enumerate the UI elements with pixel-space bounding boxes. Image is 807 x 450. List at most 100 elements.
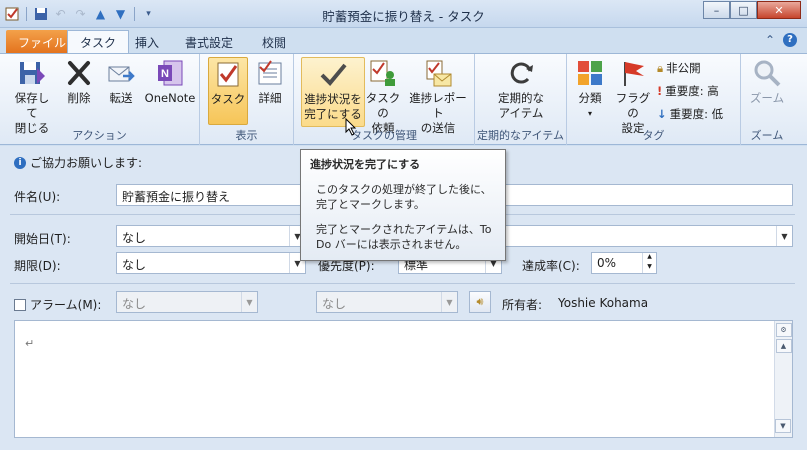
scroll-up-icon[interactable]: ▲: [775, 339, 792, 353]
categorize-button[interactable]: 分類 ▾: [573, 57, 607, 121]
low-importance-button[interactable]: ↓ 重要度: 低: [657, 106, 723, 122]
onenote-button[interactable]: N OneNote: [142, 57, 198, 106]
info-text: ご協力お願いします:: [30, 156, 143, 170]
categorize-icon: [574, 57, 606, 89]
spin-down-icon[interactable]: ▼: [642, 263, 656, 273]
speaker-icon: 🔊︎: [476, 295, 484, 308]
undo-icon[interactable]: ↶: [52, 5, 69, 22]
start-date-input[interactable]: なし ▼: [116, 225, 306, 247]
close-button[interactable]: ✕: [757, 1, 801, 19]
reminder-date-input[interactable]: なし ▼: [116, 291, 258, 313]
high-importance-button[interactable]: ! 重要度: 高: [657, 83, 719, 99]
low-importance-label: 重要度: 低: [669, 107, 724, 121]
help-area: ⌃ ?: [765, 33, 797, 47]
svg-text:N: N: [161, 68, 169, 80]
start-date-value: なし: [122, 231, 147, 245]
qat-separator: [26, 6, 27, 21]
details-button[interactable]: 詳細: [252, 57, 288, 106]
window-controls: – □ ✕: [703, 1, 801, 19]
percent-complete-value: 0%: [597, 256, 617, 270]
forward-button[interactable]: 転送: [101, 57, 141, 106]
help-icon[interactable]: ?: [783, 33, 797, 47]
task-view-label: タスク: [210, 92, 246, 106]
reminder-date-value: なし: [122, 297, 147, 311]
quick-access-toolbar: ↶ ↷ ▲ ▼ ▾: [4, 5, 157, 22]
zoom-button[interactable]: ズーム: [747, 57, 787, 106]
task-icon[interactable]: [4, 5, 21, 22]
divider: [10, 283, 795, 284]
tab-review[interactable]: 校閲: [250, 30, 298, 54]
chevron-down-icon[interactable]: ▼: [441, 292, 457, 312]
minimize-button[interactable]: –: [703, 1, 730, 19]
group-show: タスク 詳細 表示: [200, 54, 294, 145]
status-report-icon: [422, 57, 454, 89]
sound-button[interactable]: 🔊︎: [469, 291, 491, 313]
spin-up-icon[interactable]: ▲: [642, 253, 656, 263]
assign-task-button[interactable]: タスクの 依頼: [364, 57, 402, 136]
high-importance-icon: !: [657, 84, 663, 98]
recurrence-button[interactable]: 定期的な アイテム: [489, 57, 553, 121]
due-date-input[interactable]: なし ▼: [116, 252, 306, 274]
chevron-down-icon[interactable]: ▼: [776, 226, 792, 246]
tab-insert[interactable]: 挿入: [123, 30, 171, 54]
subject-label: 件名(U):: [14, 190, 61, 204]
magnifier-icon: [751, 57, 783, 89]
task-body-editor[interactable]: ↵ ⚙ ▲ ▼: [14, 320, 793, 438]
group-recurrence: 定期的な アイテム 定期的なアイテム: [475, 54, 567, 145]
onenote-icon: N: [154, 57, 186, 89]
chevron-down-icon[interactable]: ▼: [241, 292, 257, 312]
status-select[interactable]: ▼: [498, 225, 793, 247]
percent-complete-label: 達成率(C):: [522, 259, 580, 273]
private-button[interactable]: 🔒︎ 非公開: [657, 60, 701, 76]
zoom-label: ズーム: [749, 91, 785, 105]
details-label: 詳細: [258, 91, 282, 105]
scroll-options-icon[interactable]: ⚙: [775, 323, 792, 337]
reminder-checkbox[interactable]: [14, 298, 26, 311]
tooltip-title: 進捗状況を完了にする: [310, 158, 421, 171]
group-tags: 分類 ▾ フラグの 設定 🔒︎ 非公開 ! 重要度: 高 ↓ 重要度: 低 タグ: [567, 54, 741, 145]
group-actions-label: アクション: [72, 129, 127, 142]
vertical-scrollbar[interactable]: ⚙ ▲ ▼: [774, 321, 792, 437]
details-icon: [254, 57, 286, 89]
tab-format[interactable]: 書式設定: [173, 30, 245, 54]
mark-complete-button[interactable]: 進捗状況を 完了にする: [301, 57, 365, 127]
tab-task[interactable]: タスク: [67, 30, 130, 54]
categorize-label: 分類: [578, 91, 602, 105]
group-show-label: 表示: [235, 129, 258, 142]
due-date-label: 期限(D):: [14, 259, 61, 273]
save-icon[interactable]: [32, 5, 49, 22]
private-label: 非公開: [666, 61, 701, 75]
forward-icon: [105, 57, 137, 89]
ribbon: 保存して 閉じる 削除 転送 N OneNote アクション タスク 詳細 表示…: [0, 53, 807, 145]
send-status-report-button[interactable]: 進捗レポート の送信: [404, 57, 472, 136]
mark-complete-label: 進捗状況を 完了にする: [304, 92, 362, 121]
follow-up-button[interactable]: フラグの 設定: [611, 57, 655, 136]
scroll-down-icon[interactable]: ▼: [775, 419, 791, 433]
task-view-icon: [212, 58, 244, 90]
collapse-ribbon-icon[interactable]: ⌃: [765, 33, 775, 47]
percent-complete-stepper[interactable]: 0% ▲ ▼: [591, 252, 657, 274]
owner-value: Yoshie Kohama: [558, 296, 649, 310]
low-importance-icon: ↓: [657, 107, 667, 121]
down-arrow-icon[interactable]: ▼: [112, 5, 129, 22]
maximize-button[interactable]: □: [730, 1, 757, 19]
checkmark-icon: [317, 58, 349, 90]
task-view-button[interactable]: タスク: [208, 57, 248, 125]
delete-button[interactable]: 削除: [61, 57, 97, 106]
up-arrow-icon[interactable]: ▲: [92, 5, 109, 22]
group-tags-label: タグ: [642, 129, 665, 142]
categorize-dropdown-icon: ▾: [587, 109, 592, 118]
redo-icon[interactable]: ↷: [72, 5, 89, 22]
ribbon-tabs: ファイル タスク 挿入 書式設定 校閲 ⌃ ?: [0, 28, 807, 54]
paragraph-mark: ↵: [25, 337, 35, 350]
reminder-time-input[interactable]: なし ▼: [316, 291, 458, 313]
save-close-button[interactable]: 保存して 閉じる: [10, 57, 54, 136]
start-date-label: 開始日(T):: [14, 232, 71, 246]
recurrence-label: 定期的な アイテム: [498, 91, 544, 120]
customize-icon[interactable]: ▾: [140, 5, 157, 22]
high-importance-label: 重要度: 高: [665, 84, 719, 98]
owner-label: 所有者:: [502, 298, 543, 312]
reminder-label: アラーム(M):: [30, 298, 102, 312]
qat-separator: [134, 6, 135, 21]
reminder-row: アラーム(M):: [14, 296, 101, 313]
